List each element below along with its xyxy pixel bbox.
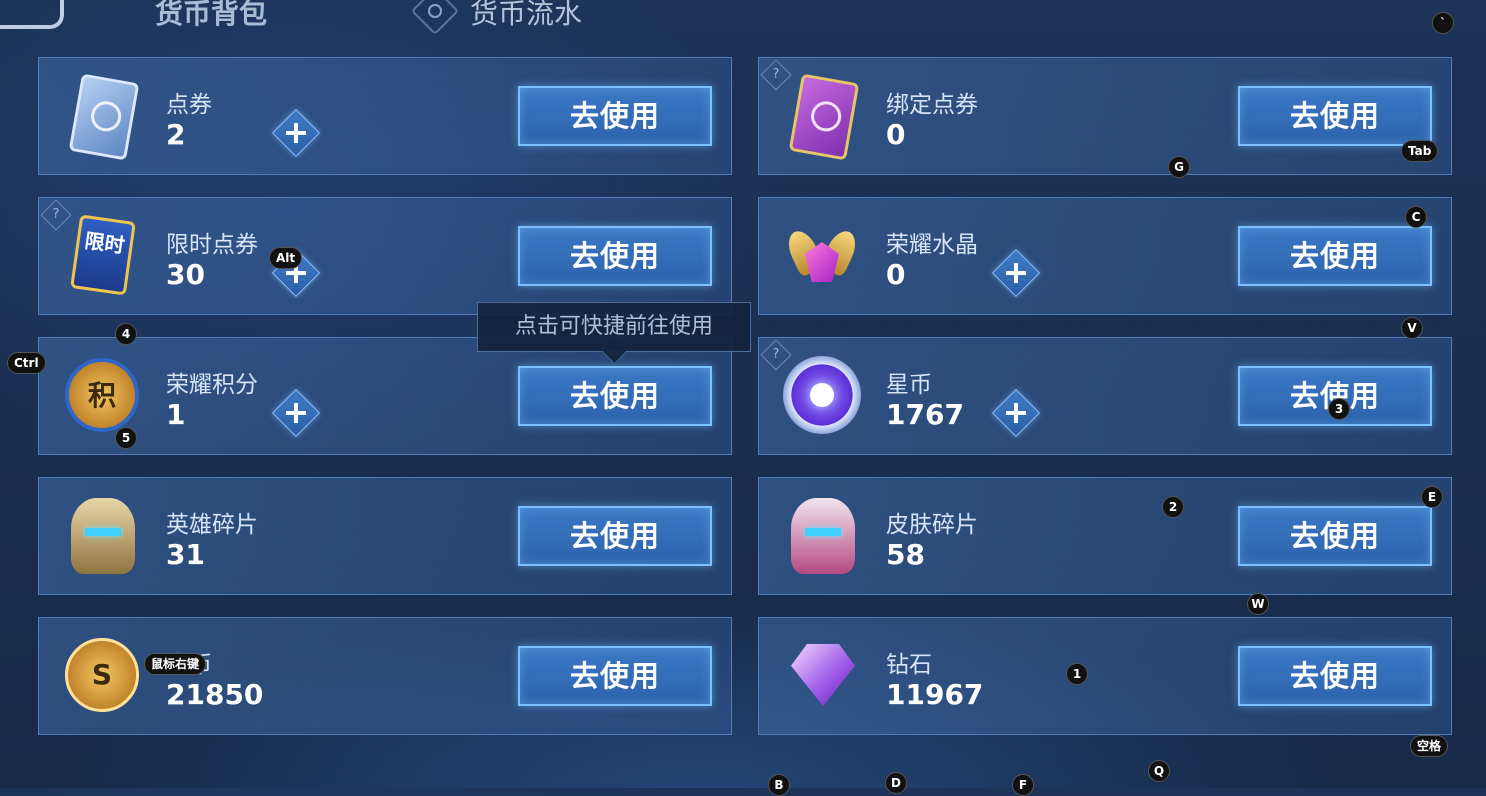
key-hint-ctrl: Ctrl xyxy=(7,352,46,374)
voucher-icon xyxy=(61,73,145,161)
currency-name: 皮肤碎片 xyxy=(886,512,978,538)
currency-amount: 31 xyxy=(166,538,205,571)
star-coin-icon xyxy=(781,354,865,438)
use-skin-shard-button[interactable]: 去使用 xyxy=(1238,506,1432,566)
currency-card-voucher: 点券 2 去使用 xyxy=(38,57,732,175)
tab-currency-flow[interactable]: 货币流水 xyxy=(470,0,582,32)
currency-card-hero-shard: 英雄碎片 31 去使用 xyxy=(38,477,732,595)
key-hint-tab: Tab xyxy=(1401,140,1439,162)
key-hint-2: 2 xyxy=(1162,496,1184,518)
glory-points-icon: 积 xyxy=(61,354,145,438)
add-voucher-button[interactable] xyxy=(271,108,321,158)
currency-card-skin-shard: 皮肤碎片 58 去使用 xyxy=(758,477,1452,595)
tab-currency-bag[interactable]: 货币背包 xyxy=(155,0,267,32)
currency-card-bound-voucher: ? 绑定点券 0 去使用 xyxy=(758,57,1452,175)
use-hero-shard-button[interactable]: 去使用 xyxy=(518,506,712,566)
top-tab-bar: 货币背包 货币流水 xyxy=(0,0,1486,40)
currency-amount: 30 xyxy=(166,258,205,291)
glory-crystal-icon xyxy=(781,214,865,298)
key-hint-3: 3 xyxy=(1328,398,1350,420)
use-gold-button[interactable]: 去使用 xyxy=(518,646,712,706)
hero-shard-icon xyxy=(61,494,145,578)
key-hint-b: B xyxy=(768,774,790,796)
key-hint-d: D xyxy=(885,772,907,794)
key-hint-backtick: ` xyxy=(1432,12,1454,34)
back-icon[interactable] xyxy=(0,0,64,29)
add-star-coin-button[interactable] xyxy=(991,388,1041,438)
currency-amount: 1 xyxy=(166,398,186,431)
currency-amount: 2 xyxy=(166,118,186,151)
use-limited-voucher-button[interactable]: 去使用 xyxy=(518,226,712,286)
key-hint-4: 4 xyxy=(115,323,137,345)
currency-amount: 0 xyxy=(886,118,906,151)
shortcut-tooltip: 点击可快捷前往使用 xyxy=(477,302,751,352)
use-diamond-button[interactable]: 去使用 xyxy=(1238,646,1432,706)
currency-amount: 11967 xyxy=(886,678,984,711)
key-hint-right-click: 鼠标右键 xyxy=(144,653,207,675)
currency-name: 点券 xyxy=(166,92,212,118)
currency-amount: 21850 xyxy=(166,678,264,711)
key-hint-e: E xyxy=(1421,486,1443,508)
limited-voucher-icon: 限时 xyxy=(61,214,145,298)
currency-card-limited-voucher: ? 限时 限时点券 30 去使用 xyxy=(38,197,732,315)
use-glory-crystal-button[interactable]: 去使用 xyxy=(1238,226,1432,286)
currency-flow-icon xyxy=(410,0,460,36)
bound-voucher-icon xyxy=(781,73,865,161)
use-bound-voucher-button[interactable]: 去使用 xyxy=(1238,86,1432,146)
currency-amount: 1767 xyxy=(886,398,964,431)
currency-amount: 58 xyxy=(886,538,925,571)
currency-name: 星币 xyxy=(886,372,932,398)
currency-name: 绑定点券 xyxy=(886,92,978,118)
use-voucher-button[interactable]: 去使用 xyxy=(518,86,712,146)
key-hint-space: 空格 xyxy=(1410,735,1449,757)
currency-name: 英雄碎片 xyxy=(166,512,258,538)
key-hint-q: Q xyxy=(1148,760,1170,782)
key-hint-1: 1 xyxy=(1066,663,1088,685)
currency-card-glory-crystal: 荣耀水晶 0 去使用 xyxy=(758,197,1452,315)
key-hint-v: V xyxy=(1401,317,1423,339)
currency-card-star-coin: ? 星币 1767 去使用 xyxy=(758,337,1452,455)
key-hint-w: W xyxy=(1247,593,1269,615)
use-glory-points-button[interactable]: 去使用 xyxy=(518,366,712,426)
currency-name: 荣耀水晶 xyxy=(886,232,978,258)
add-glory-points-button[interactable] xyxy=(271,388,321,438)
key-hint-f: F xyxy=(1012,774,1034,796)
currency-card-glory-points: 积 荣耀积分 1 去使用 xyxy=(38,337,732,455)
currency-name: 钻石 xyxy=(886,652,932,678)
currency-amount: 0 xyxy=(886,258,906,291)
key-hint-5: 5 xyxy=(115,427,137,449)
key-hint-c: C xyxy=(1405,206,1427,228)
add-glory-crystal-button[interactable] xyxy=(991,248,1041,298)
currency-card-diamond: 钻石 11967 去使用 xyxy=(758,617,1452,735)
key-hint-g: G xyxy=(1168,156,1190,178)
currency-name: 荣耀积分 xyxy=(166,372,258,398)
skin-shard-icon xyxy=(781,494,865,578)
gold-coin-icon: S xyxy=(61,634,145,718)
currency-card-gold: S 金币 21850 去使用 xyxy=(38,617,732,735)
key-hint-alt: Alt xyxy=(269,247,303,269)
currency-name: 限时点券 xyxy=(166,232,258,258)
diamond-icon xyxy=(781,634,865,718)
